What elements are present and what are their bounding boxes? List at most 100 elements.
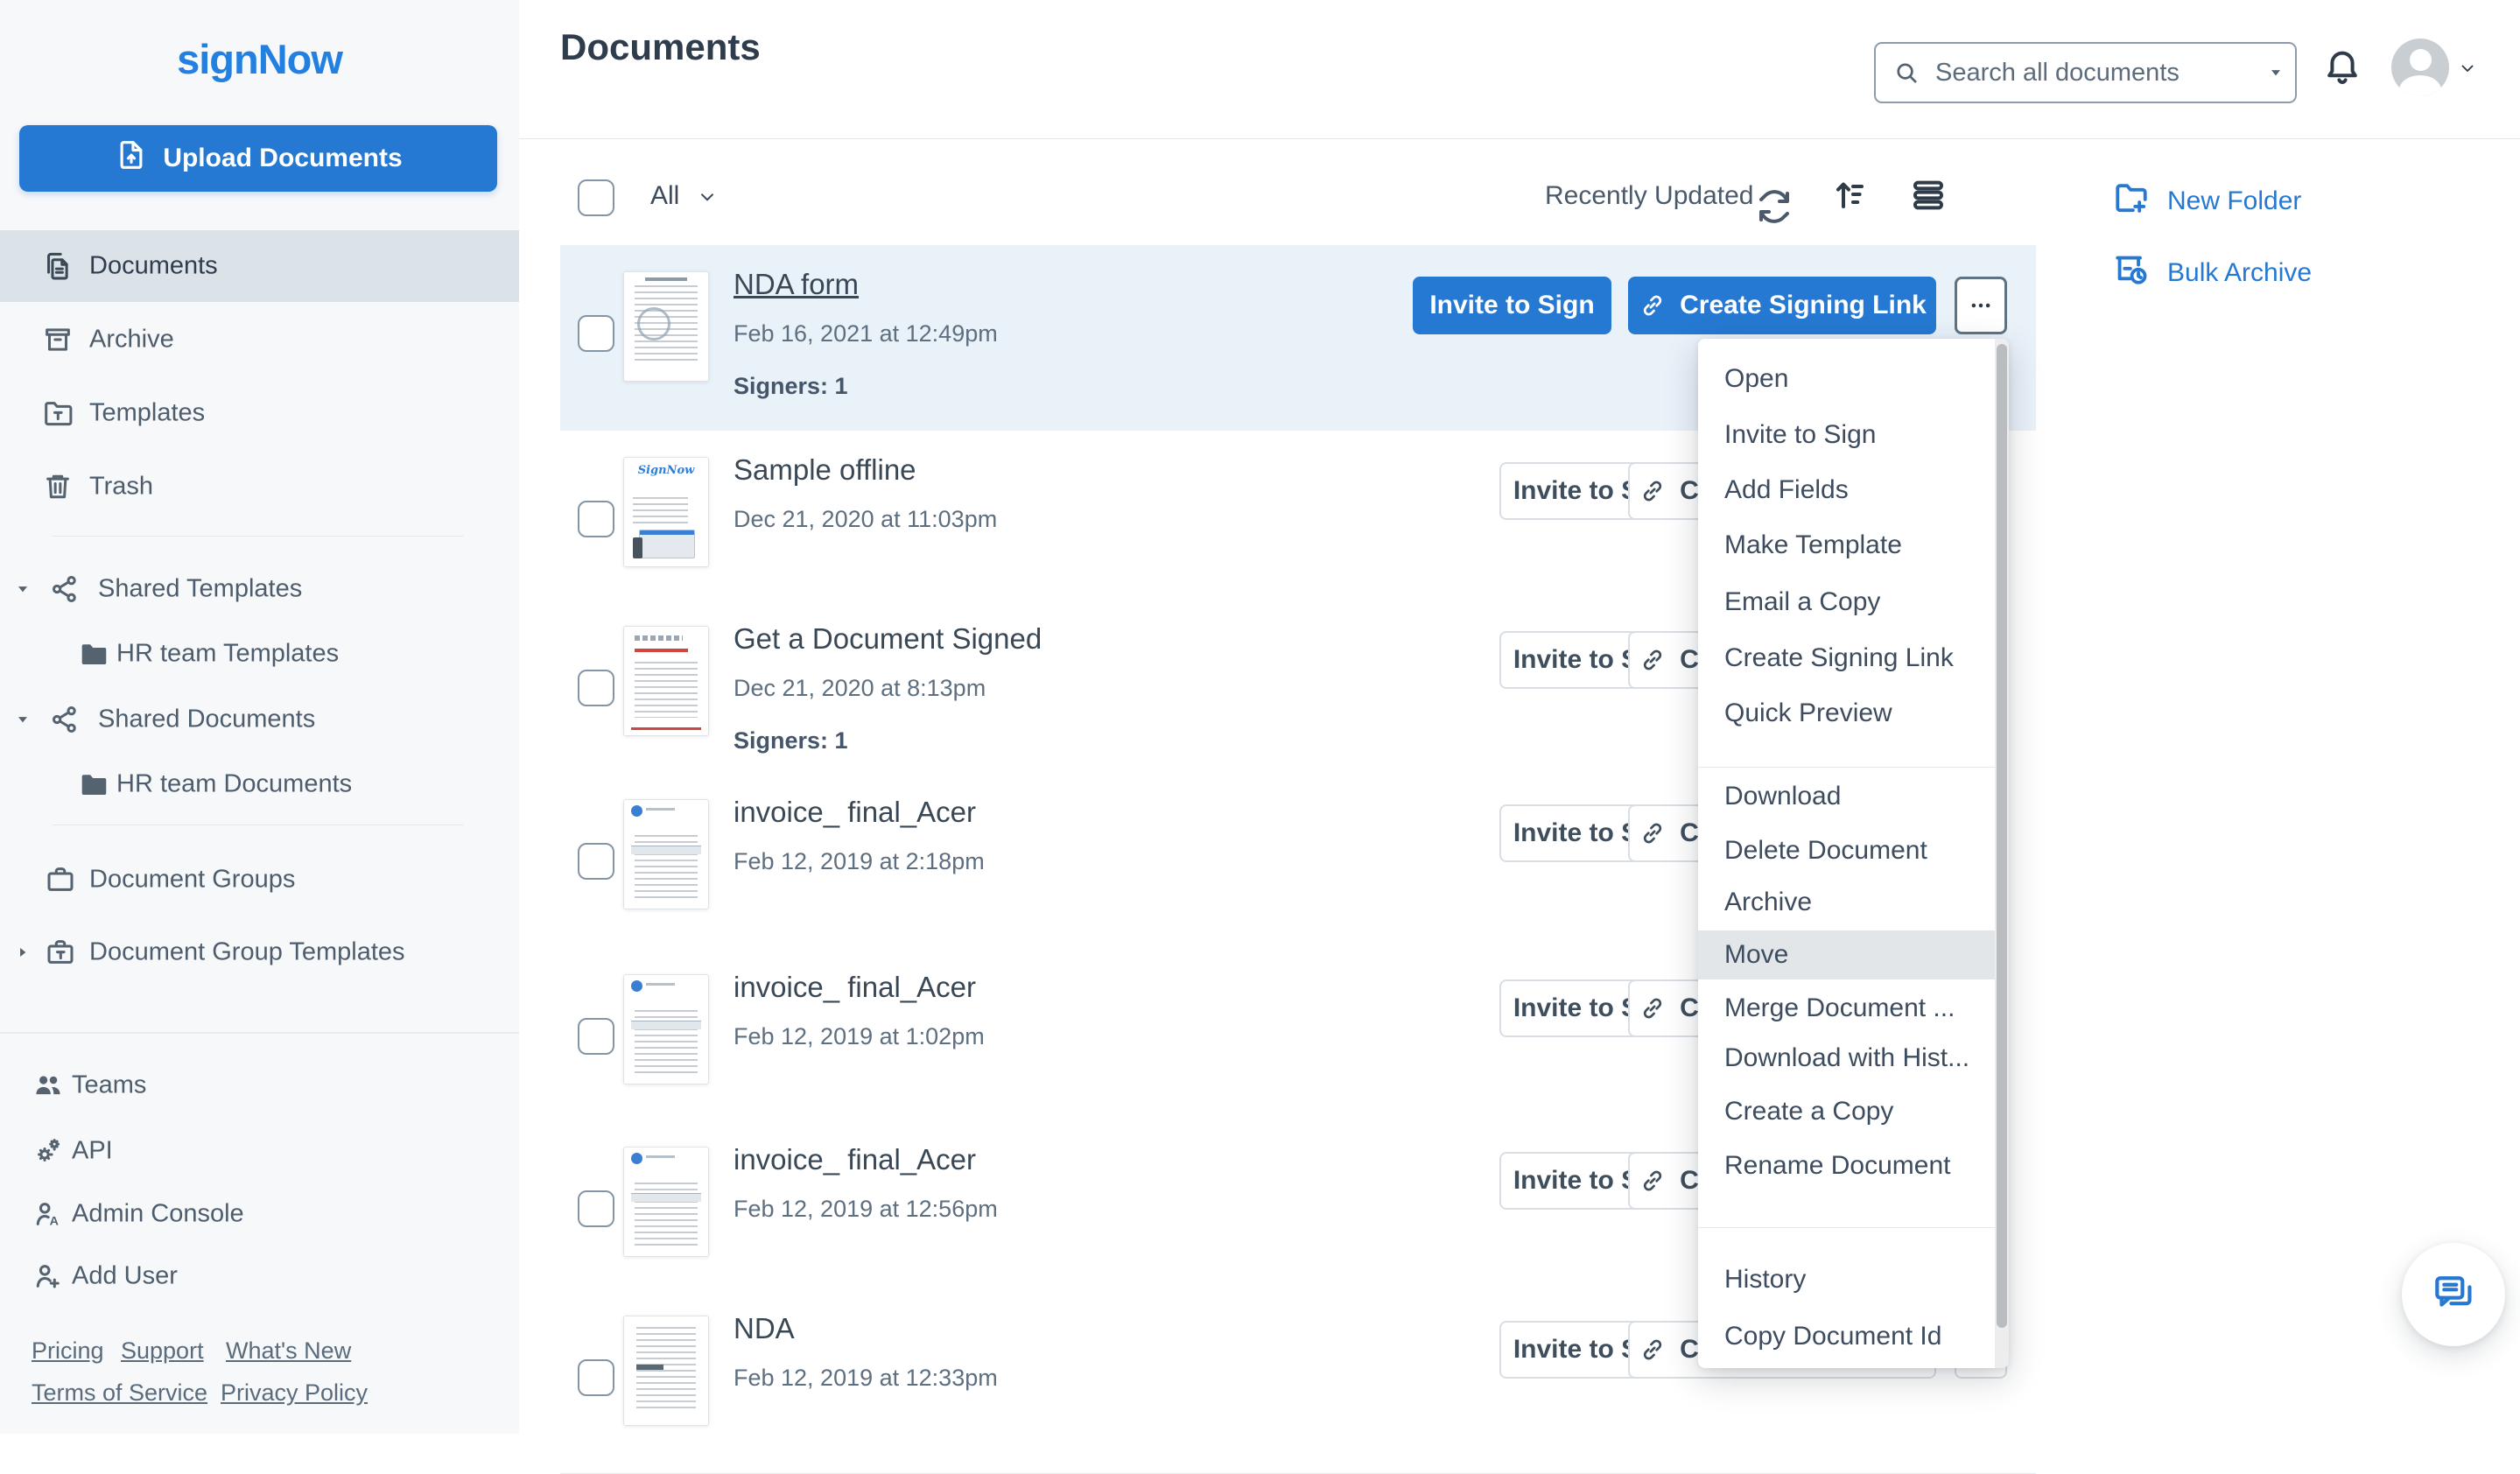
more-actions-button[interactable] — [1955, 277, 2007, 334]
sidebar-item-shared-templates[interactable]: Shared Templates — [0, 553, 519, 625]
sort-order-icon[interactable] — [1907, 174, 1949, 216]
sidebar-item-archive[interactable]: Archive — [0, 304, 519, 376]
row-checkbox[interactable] — [578, 501, 614, 537]
chat-support-button[interactable] — [2402, 1243, 2505, 1346]
menu-scrollbar-thumb[interactable] — [1997, 344, 2007, 1328]
sidebar-item-document-group-templates[interactable]: Document Group Templates — [0, 916, 519, 988]
link-icon — [1638, 993, 1667, 1023]
document-date: Dec 21, 2020 at 8:13pm — [734, 675, 986, 702]
sidebar-item-add-user[interactable]: Add User — [0, 1240, 519, 1312]
document-thumbnail[interactable] — [623, 626, 709, 736]
menu-item-create-a-copy[interactable]: Create a Copy — [1698, 1087, 1995, 1136]
search-scope-caret-icon[interactable] — [2267, 64, 2285, 81]
footer-link-privacy-policy[interactable]: Privacy Policy — [221, 1379, 368, 1407]
menu-item-invite-to-sign[interactable]: Invite to Sign — [1698, 411, 1995, 460]
create-signing-link-button[interactable]: Create Signing Link — [1628, 277, 1936, 334]
bulk-archive-button[interactable]: Bulk Archive — [2111, 249, 2312, 297]
document-thumbnail[interactable] — [623, 1147, 709, 1257]
notifications-bell-icon[interactable] — [2321, 46, 2363, 88]
menu-scrollbar-track[interactable] — [1995, 339, 2009, 1368]
upload-documents-label: Upload Documents — [163, 144, 402, 173]
menu-item-rename-document[interactable]: Rename Document — [1698, 1141, 1995, 1190]
document-title[interactable]: Get a Document Signed — [734, 622, 1042, 656]
caret-down-icon[interactable] — [14, 580, 32, 598]
menu-item-quick-preview[interactable]: Quick Preview — [1698, 689, 1995, 738]
sidebar-item-document-groups[interactable]: Document Groups — [0, 844, 519, 916]
new-folder-button[interactable]: New Folder — [2111, 178, 2301, 225]
document-thumbnail[interactable] — [623, 1316, 709, 1426]
sidebar-item-shared-documents[interactable]: Shared Documents — [0, 684, 519, 755]
admin-user-icon: A — [32, 1197, 65, 1231]
row-checkbox[interactable] — [578, 670, 614, 706]
sidebar-item-templates[interactable]: Templates — [0, 377, 519, 449]
sidebar-item-label: Document Groups — [89, 866, 295, 895]
document-title[interactable]: NDA — [734, 1312, 795, 1345]
menu-item-create-signing-link[interactable]: Create Signing Link — [1698, 634, 1995, 683]
document-title[interactable]: invoice_ final_Acer — [734, 1143, 976, 1176]
upload-documents-button[interactable]: Upload Documents — [19, 125, 497, 192]
footer-link-support[interactable]: Support — [121, 1337, 204, 1365]
menu-divider — [1698, 1227, 1995, 1228]
menu-item-copy-document-id[interactable]: Copy Document Id — [1698, 1312, 1995, 1361]
sidebar-item-admin-console[interactable]: AAdmin Console — [0, 1178, 519, 1250]
caret-down-icon[interactable] — [14, 711, 32, 728]
refresh-icon[interactable] — [1829, 174, 1871, 216]
menu-item-add-fields[interactable]: Add Fields — [1698, 466, 1995, 515]
menu-item-delete-document[interactable]: Delete Document — [1698, 826, 1995, 875]
sort-dropdown[interactable]: Recently Updated — [1545, 179, 1753, 213]
document-title[interactable]: invoice_ final_Acer — [734, 971, 976, 1004]
filter-dropdown[interactable]: All — [650, 179, 679, 213]
document-title[interactable]: NDA form — [734, 268, 859, 301]
avatar[interactable] — [2391, 39, 2449, 96]
footer-link-what-s-new[interactable]: What's New — [226, 1337, 351, 1365]
folder-icon — [77, 637, 110, 670]
header-divider — [519, 138, 2520, 139]
menu-item-move[interactable]: Move — [1698, 930, 1995, 979]
row-checkbox[interactable] — [578, 1359, 614, 1396]
document-thumbnail[interactable] — [623, 974, 709, 1084]
page-title: Documents — [560, 26, 761, 68]
menu-item-make-template[interactable]: Make Template — [1698, 521, 1995, 570]
sidebar-item-api[interactable]: API — [0, 1115, 519, 1187]
footer-link-terms-of-service[interactable]: Terms of Service — [32, 1379, 207, 1407]
sidebar-item-label: Document Group Templates — [89, 938, 405, 967]
search-box[interactable] — [1874, 42, 2297, 103]
menu-item-archive[interactable]: Archive — [1698, 878, 1995, 927]
sidebar-item-label: Shared Documents — [98, 705, 315, 734]
sidebar-item-hr-team-templates[interactable]: HR team Templates — [0, 618, 519, 690]
sidebar: signNow Upload Documents DocumentsArchiv… — [0, 0, 520, 1434]
sidebar-item-teams[interactable]: Teams — [0, 1049, 519, 1121]
document-thumbnail[interactable] — [623, 799, 709, 909]
row-checkbox[interactable] — [578, 315, 614, 352]
document-date: Feb 12, 2019 at 12:56pm — [734, 1196, 998, 1223]
document-title[interactable]: invoice_ final_Acer — [734, 796, 976, 829]
row-checkbox[interactable] — [578, 1018, 614, 1055]
menu-item-download-with-hist[interactable]: Download with Hist... — [1698, 1034, 1995, 1083]
menu-item-email-a-copy[interactable]: Email a Copy — [1698, 578, 1995, 627]
document-thumbnail[interactable]: SignNow — [623, 457, 709, 567]
document-thumbnail[interactable] — [623, 271, 709, 382]
invite-to-sign-button[interactable]: Invite to Sign — [1413, 277, 1611, 334]
search-input[interactable] — [1934, 58, 2267, 88]
sidebar-item-label: Shared Templates — [98, 575, 302, 604]
menu-item-history[interactable]: History — [1698, 1255, 1995, 1304]
menu-item-open[interactable]: Open — [1698, 354, 1995, 404]
select-all-checkbox[interactable] — [578, 179, 614, 216]
sidebar-item-trash[interactable]: Trash — [0, 451, 519, 523]
document-date: Dec 21, 2020 at 11:03pm — [734, 506, 997, 533]
caret-right-icon[interactable] — [14, 944, 32, 961]
sidebar-item-hr-team-documents[interactable]: HR team Documents — [0, 748, 519, 820]
footer-link-pricing[interactable]: Pricing — [32, 1337, 104, 1365]
upload-document-icon — [114, 137, 149, 179]
menu-item-download[interactable]: Download — [1698, 772, 1995, 821]
document-date: Feb 12, 2019 at 1:02pm — [734, 1023, 985, 1050]
sidebar-item-label: Admin Console — [72, 1200, 244, 1229]
document-title[interactable]: Sample offline — [734, 453, 916, 487]
row-checkbox[interactable] — [578, 843, 614, 880]
account-menu-caret-icon[interactable] — [2457, 58, 2478, 79]
folder-template-icon — [41, 397, 74, 430]
menu-item-merge-document[interactable]: Merge Document ... — [1698, 984, 1995, 1033]
row-checkbox[interactable] — [578, 1190, 614, 1227]
chat-icon — [2429, 1269, 2478, 1321]
sidebar-item-documents[interactable]: Documents — [0, 230, 519, 302]
